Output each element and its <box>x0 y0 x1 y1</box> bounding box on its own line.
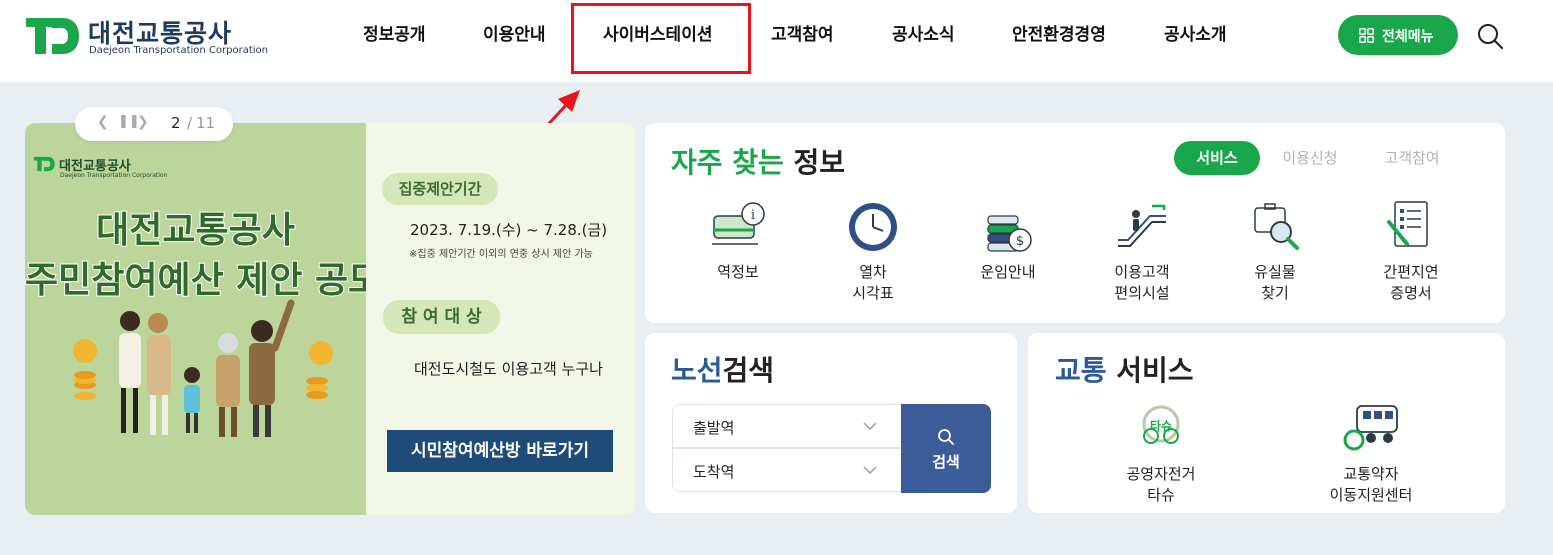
lost-item-search-icon <box>1254 203 1299 250</box>
banner-logo-subtitle: Daejeon Transportation Corporation <box>60 172 168 179</box>
route-search-title: 노선검색 <box>671 349 774 389</box>
accessible-van-icon <box>1343 405 1398 451</box>
transport-service-title: 교통 서비스 <box>1055 349 1194 389</box>
route-title-part2: 검색 <box>722 354 775 387</box>
banner-logo-mark-icon <box>33 156 55 172</box>
tab-application[interactable]: 이용신청 <box>1270 141 1350 175</box>
period-dates: 2023. 7.19.(수) ~ 7.28.(금) <box>410 221 608 239</box>
certificate-icon <box>1387 201 1428 247</box>
service-item-label: 이용고객 편의시설 <box>1114 263 1170 302</box>
period-note: ※집중 제안기간 이외의 연중 상시 제안 가능 <box>409 249 593 260</box>
transport-title-part2: 서비스 <box>1116 354 1194 387</box>
promo-banner[interactable]: 대전교통공사 Daejeon Transportation Corporatio… <box>25 123 635 515</box>
arrival-station-text: 도착역 <box>693 463 735 481</box>
service-item-facilities[interactable]: 이용고객 편의시설 <box>1087 200 1197 304</box>
train-info-icon: i <box>712 202 765 245</box>
family-illustration <box>73 299 333 437</box>
banner-title-line1: 대전교통공사 <box>95 209 296 252</box>
pager-separator: / <box>187 114 193 132</box>
service-item-label: 역정보 <box>717 263 759 281</box>
pager-total: 11 <box>196 114 216 132</box>
service-item-station-info[interactable]: i 역정보 <box>683 200 793 283</box>
chevron-down-icon <box>863 422 877 431</box>
transport-item-tashu[interactable]: 타슈 공영자전거 타슈 <box>1106 402 1216 506</box>
route-search-label: 검색 <box>932 453 960 471</box>
departure-station-select[interactable]: 출발역 <box>672 404 902 448</box>
arrival-station-select[interactable]: 도착역 <box>672 448 902 492</box>
escalator-icon <box>1118 204 1166 247</box>
route-title-part1: 노선 <box>671 354 723 387</box>
service-item-timetable[interactable]: 열차 시각표 <box>818 200 928 304</box>
clock-icon <box>849 203 897 251</box>
tab-service[interactable]: 서비스 <box>1174 141 1260 175</box>
service-item-label: 유실물 찾기 <box>1254 263 1296 302</box>
chevron-left-icon[interactable]: ❮ <box>97 114 109 130</box>
service-item-delay-certificate[interactable]: 간편지연 증명서 <box>1356 200 1466 304</box>
service-item-label: 운임안내 <box>980 263 1036 281</box>
svg-text:i: i <box>751 208 755 223</box>
banner-pager: ❮ ❚❚ ❯ 2 / 11 <box>75 107 233 141</box>
frequent-info-title: 자주 찾는 정보 <box>671 141 845 181</box>
coins-icon: $ <box>987 215 1032 252</box>
pager-current: 2 <box>171 114 181 132</box>
chevron-down-icon <box>863 466 877 475</box>
transport-item-label: 교통약자 이동지원센터 <box>1329 465 1413 504</box>
period-label: 집중제안기간 <box>382 173 498 205</box>
transport-item-label: 공영자전거 타슈 <box>1126 465 1196 504</box>
target-label: 참 여 대 상 <box>383 300 500 334</box>
service-item-label: 열차 시각표 <box>852 263 894 302</box>
transport-title-part1: 교통 <box>1055 354 1107 387</box>
service-item-fare-guide[interactable]: $ 운임안내 <box>953 200 1063 283</box>
svg-text:$: $ <box>1016 234 1024 249</box>
target-text: 대전도시철도 이용고객 누구나 <box>414 360 603 378</box>
frequent-title-part2: 정보 <box>793 146 846 179</box>
chevron-right-icon[interactable]: ❯ <box>137 114 149 130</box>
route-search-button[interactable]: 검색 <box>901 404 991 493</box>
search-icon <box>938 429 954 445</box>
frequent-title-part1: 자주 찾는 <box>671 146 784 179</box>
service-item-label: 간편지연 증명서 <box>1383 263 1439 302</box>
bicycle-tashu-icon: 타슈 <box>1142 405 1180 444</box>
transport-item-mobility-support[interactable]: 교통약자 이동지원센터 <box>1316 402 1426 506</box>
citizen-budget-link-button[interactable]: 시민참여예산방 바로가기 <box>387 430 613 472</box>
tashu-logo-text: 타슈 <box>1150 418 1172 433</box>
banner-visual: 대전교통공사 Daejeon Transportation Corporatio… <box>25 123 382 515</box>
tab-customer-participation[interactable]: 고객참여 <box>1372 141 1452 175</box>
service-item-lost-found[interactable]: 유실물 찾기 <box>1220 200 1330 304</box>
departure-station-text: 출발역 <box>693 419 735 437</box>
